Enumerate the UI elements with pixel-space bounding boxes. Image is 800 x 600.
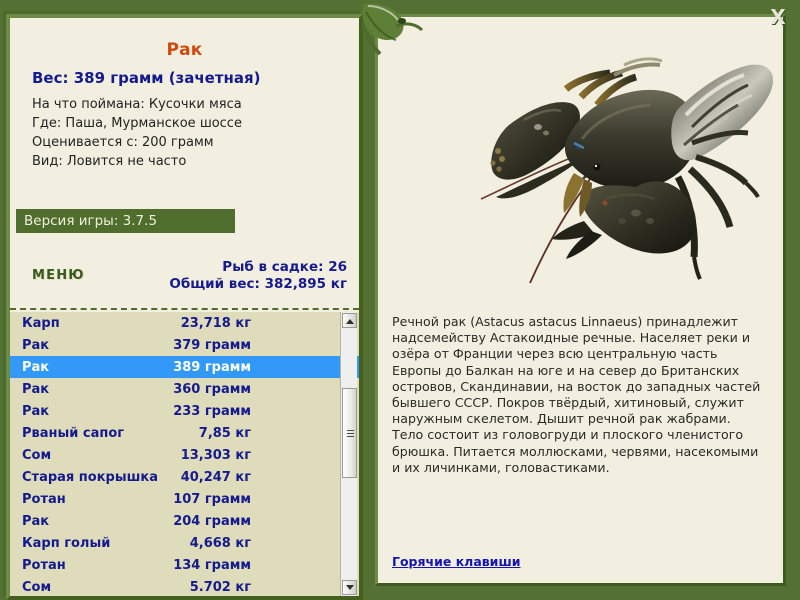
summary-strip: МЕНЮ Рыб в садке: 26 Общий вес: 382,895 … (10, 237, 359, 304)
hotkeys-link[interactable]: Горячие клавиши (392, 554, 520, 569)
row-fish-weight: 40,247 кг (181, 470, 343, 485)
grip-line (347, 430, 354, 431)
keepnet-summary: Рыб в садке: 26 Общий вес: 382,895 кг (169, 259, 347, 293)
row-fish-name: Ротан (22, 492, 66, 507)
scrollbar-thumb[interactable] (342, 388, 357, 478)
list-scrollbar[interactable] (340, 312, 357, 596)
table-row[interactable]: Рак 379 грамм (10, 334, 359, 356)
row-fish-name: Рак (22, 382, 49, 397)
table-row[interactable]: Рак 233 грамм (10, 400, 359, 422)
table-row[interactable]: Сом 13,303 кг (10, 444, 359, 466)
total-weight-label: Общий вес: 382,895 кг (169, 276, 347, 293)
close-icon[interactable]: X (766, 4, 790, 30)
table-row[interactable]: Сом 5.702 кг (10, 576, 359, 596)
menu-button[interactable]: МЕНЮ (32, 268, 85, 283)
table-row[interactable]: Рак 389 грамм (10, 356, 359, 378)
row-fish-weight: 134 грамм (173, 558, 343, 573)
left-panel-inner: Рак Вес: 389 грамм (зачетная) На что пой… (10, 18, 359, 596)
row-fish-name: Сом (22, 580, 51, 595)
detail-panel: Речной рак (Astacus astacus Linnaeus) пр… (375, 14, 786, 586)
row-fish-name: Рак (22, 514, 49, 529)
row-fish-weight: 389 грамм (173, 360, 343, 375)
row-fish-name: Рак (22, 404, 49, 419)
row-fish-weight: 23,718 кг (181, 316, 343, 331)
row-fish-name: Ротан (22, 558, 66, 573)
table-row[interactable]: Ротан 107 грамм (10, 488, 359, 510)
row-fish-weight: 7,85 кг (199, 426, 343, 441)
row-fish-name: Рак (22, 338, 49, 353)
row-fish-name: Сом (22, 448, 51, 463)
table-row[interactable]: Ротан 134 грамм (10, 554, 359, 576)
fish-image-area (378, 17, 783, 292)
fish-description: Речной рак (Astacus astacus Linnaeus) пр… (378, 292, 783, 476)
catch-title: Рак (24, 40, 345, 60)
catch-detail-lines: На что поймана: Кусочки мяса Где: Паша, … (24, 97, 345, 169)
table-row[interactable]: Рваный сапог 7,85 кг (10, 422, 359, 444)
row-fish-weight: 360 грамм (173, 382, 343, 397)
table-row[interactable]: Старая покрышка 40,247 кг (10, 466, 359, 488)
fish-count-label: Рыб в садке: 26 (169, 259, 347, 276)
catch-list[interactable]: Карп23,718 кгРак379 граммРак389 граммРак… (10, 312, 359, 596)
grip-line (347, 433, 354, 434)
crayfish-photo (378, 17, 783, 292)
catch-detail-bait: На что поймана: Кусочки мяса (32, 97, 345, 112)
catch-detail-rarity: Вид: Ловится не часто (32, 154, 345, 169)
row-fish-name: Карп (22, 316, 60, 331)
left-panel: Рак Вес: 389 грамм (зачетная) На что пой… (6, 14, 363, 600)
row-fish-weight: 379 грамм (173, 338, 343, 353)
triangle-up-icon (346, 319, 354, 324)
row-fish-weight: 4,668 кг (190, 536, 343, 551)
scroll-up-button[interactable] (342, 313, 357, 328)
scroll-down-button[interactable] (342, 580, 357, 595)
app-window: X Рак Вес: 389 грамм (зачетная) На что п… (0, 0, 800, 600)
triangle-down-icon (346, 585, 354, 590)
version-bar: Версия игры: 3.7.5 (16, 209, 235, 233)
table-row[interactable]: Рак 204 грамм (10, 510, 359, 532)
row-fish-weight: 107 грамм (173, 492, 343, 507)
row-fish-name: Карп голый (22, 536, 110, 551)
catch-detail-scored-from: Оценивается с: 200 грамм (32, 135, 345, 150)
divider-dashed (10, 308, 359, 310)
table-row[interactable]: Рак 360 грамм (10, 378, 359, 400)
catch-detail-place: Где: Паша, Мурманское шоссе (32, 116, 345, 131)
row-fish-name: Старая покрышка (22, 470, 158, 485)
grip-line (347, 436, 354, 437)
row-fish-weight: 204 грамм (173, 514, 343, 529)
row-fish-name: Рак (22, 360, 49, 375)
row-fish-weight: 233 грамм (173, 404, 343, 419)
row-fish-name: Рваный сапог (22, 426, 124, 441)
catch-info-block: Рак Вес: 389 грамм (зачетная) На что пой… (10, 18, 359, 201)
row-fish-weight: 13,303 кг (181, 448, 343, 463)
catch-weight: Вес: 389 грамм (зачетная) (32, 69, 345, 87)
row-fish-weight: 5.702 кг (190, 580, 343, 595)
table-row[interactable]: Карп 23,718 кг (10, 312, 359, 334)
table-row[interactable]: Карп голый 4,668 кг (10, 532, 359, 554)
